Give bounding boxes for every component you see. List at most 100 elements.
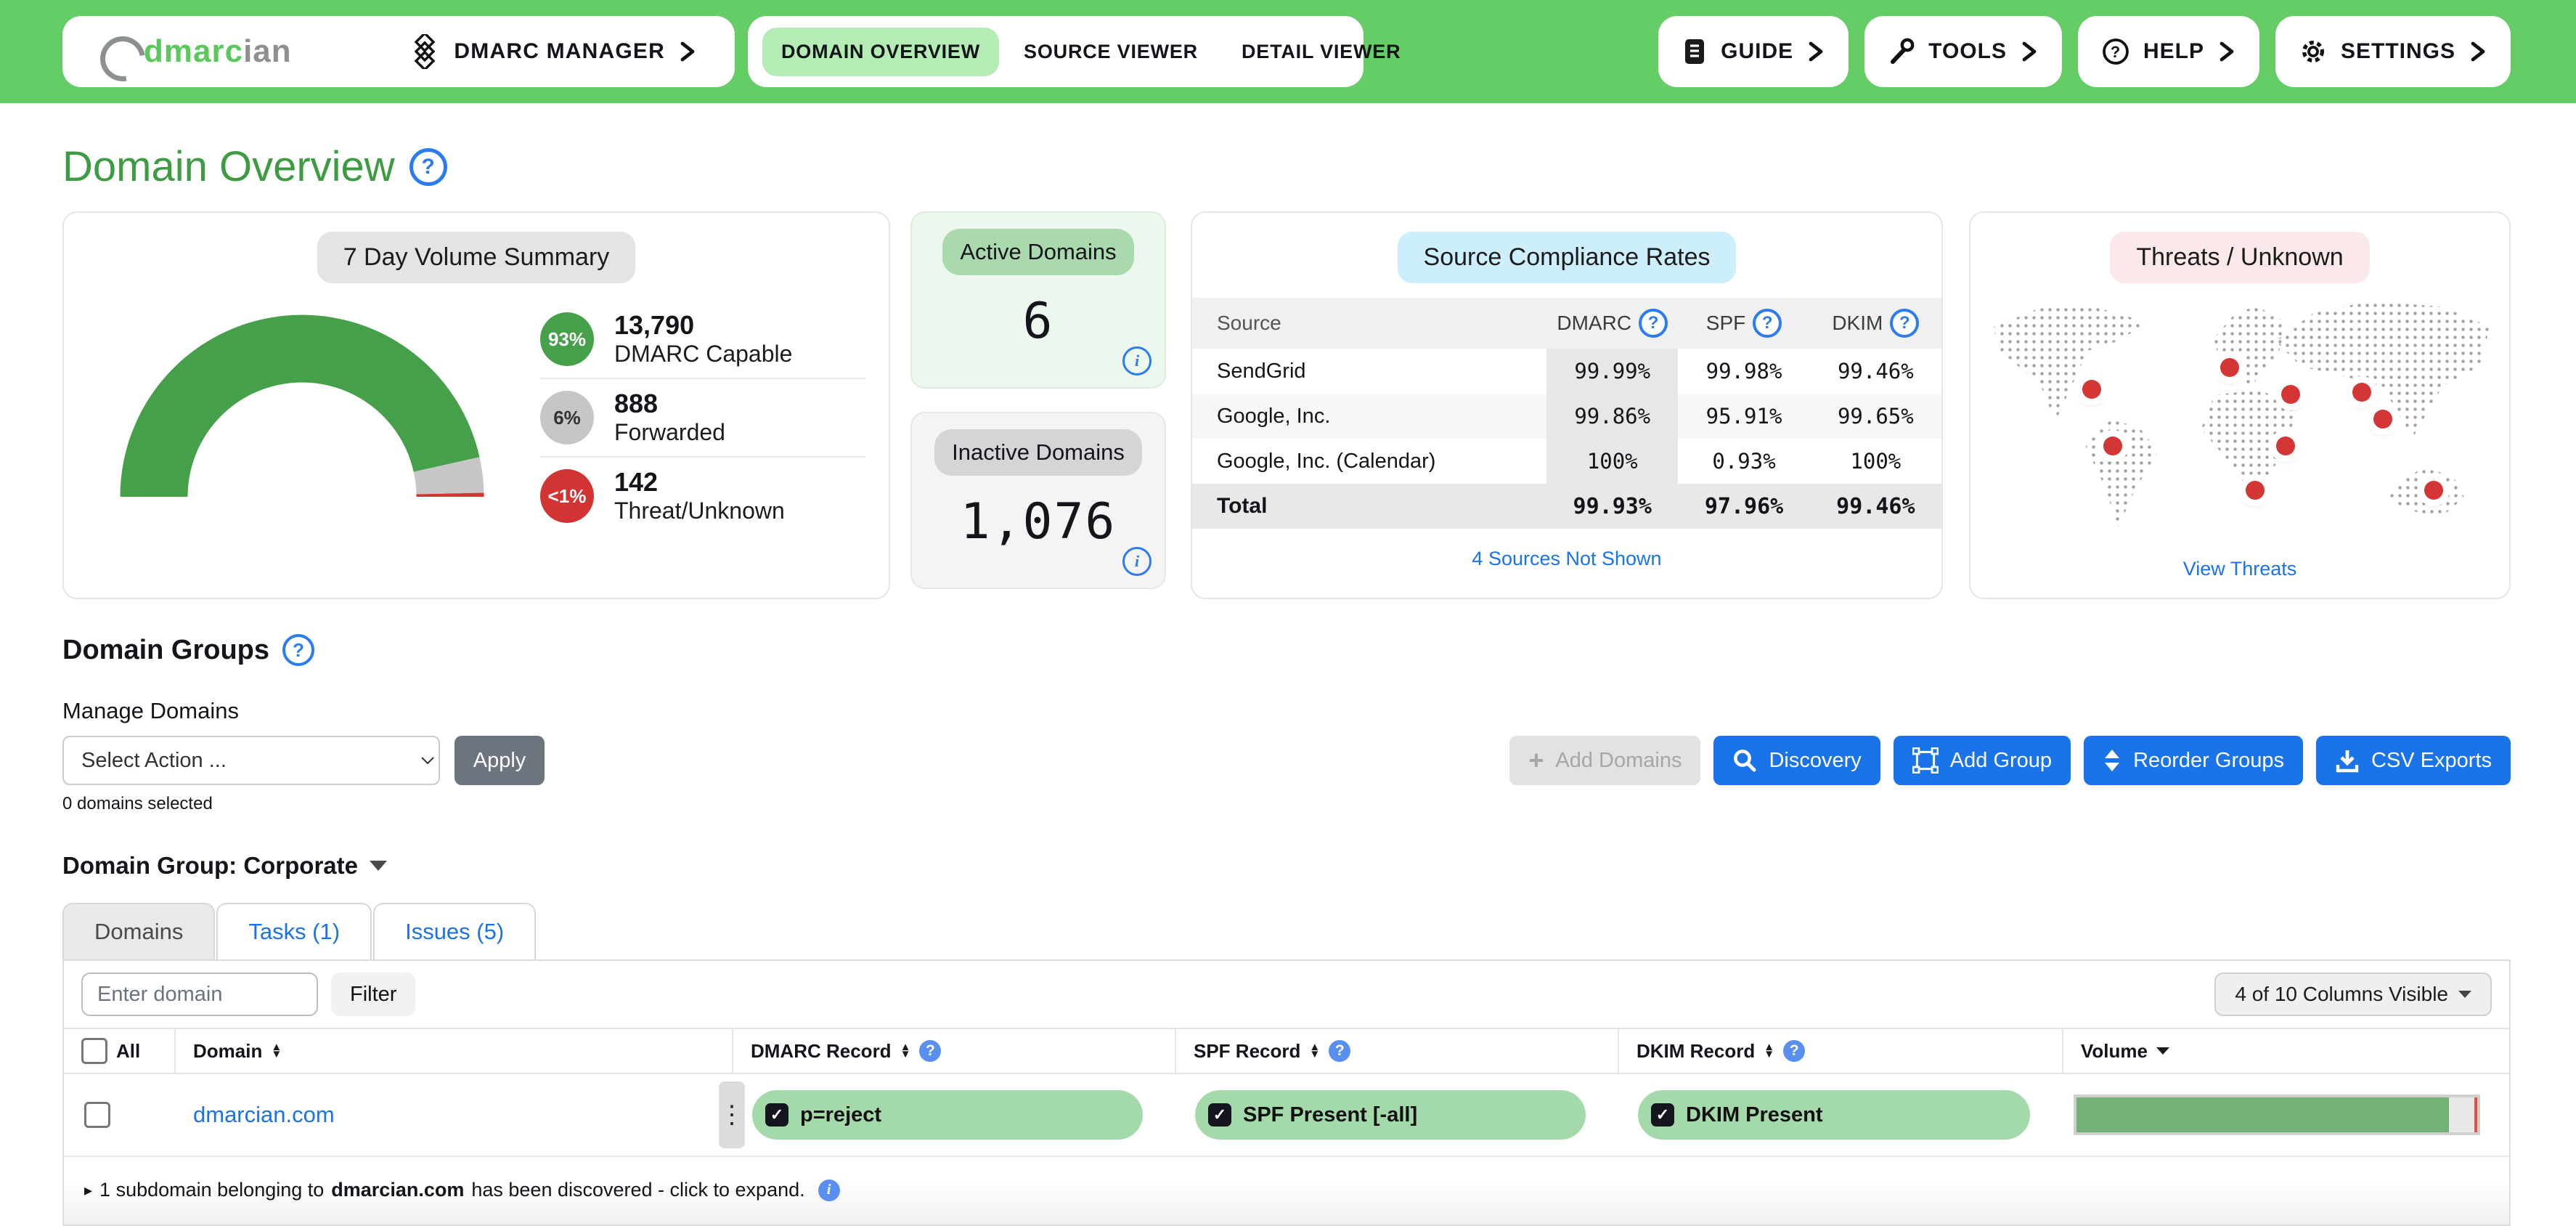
threats-card: Threats / Unknown View Threats xyxy=(1969,211,2511,599)
sort-icon[interactable]: ▲▼ xyxy=(900,1044,911,1058)
inactive-domains-count: 1,076 xyxy=(912,493,1165,551)
threat-location-dot[interactable] xyxy=(2424,481,2443,500)
legend-dmarc-capable: 93% 13,790DMARC Capable xyxy=(540,301,865,378)
sort-icon[interactable]: ▲▼ xyxy=(1309,1044,1320,1058)
check-icon: ✓ xyxy=(1208,1103,1231,1126)
active-domains-card: Active Domains 6 i xyxy=(910,211,1166,389)
logo-text-green: dmarc xyxy=(144,33,243,70)
info-icon[interactable]: i xyxy=(1122,346,1152,375)
sort-icon[interactable]: ▲▼ xyxy=(1764,1044,1774,1058)
dkim-help-icon[interactable]: ? xyxy=(1890,309,1919,338)
spf-record-column-header[interactable]: SPF Record ▲▼ ? xyxy=(1175,1029,1618,1073)
chevron-right-icon xyxy=(678,40,697,63)
caret-down-icon xyxy=(370,861,387,871)
dkim-record-column-header[interactable]: DKIM Record ▲▼ ? xyxy=(1618,1029,2062,1073)
apply-button[interactable]: Apply xyxy=(455,736,545,785)
legend-forwarded: 6% 888Forwarded xyxy=(540,378,865,456)
page-help-icon[interactable]: ? xyxy=(409,148,447,186)
volume-summary-card: 7 Day Volume Summary 93% 13,790DMARC Cap… xyxy=(62,211,890,599)
domain-link[interactable]: dmarcian.com xyxy=(193,1102,335,1128)
row-menu-kebab-icon[interactable]: ⋮ xyxy=(719,1081,745,1148)
tab-issues[interactable]: Issues (5) xyxy=(373,903,536,959)
guide-book-icon xyxy=(1682,37,1708,66)
tools-menu[interactable]: TOOLS xyxy=(1864,16,2062,87)
threat-location-dot[interactable] xyxy=(2082,380,2101,399)
wrench-icon xyxy=(1888,37,1915,66)
domain-group-selector[interactable]: Domain Group: Corporate xyxy=(62,852,2576,880)
legend-value: 142 xyxy=(614,467,658,497)
tools-label: TOOLS xyxy=(1928,39,2007,64)
tab-domains[interactable]: Domains xyxy=(62,903,215,959)
columns-visible-button[interactable]: 4 of 10 Columns Visible xyxy=(2214,973,2492,1016)
add-group-button[interactable]: Add Group xyxy=(1894,736,2071,785)
spf-record-help-icon[interactable]: ? xyxy=(1329,1040,1350,1062)
tab-domain-overview[interactable]: DOMAIN OVERVIEW xyxy=(762,28,999,76)
info-icon[interactable]: i xyxy=(1122,547,1152,576)
spf-help-icon[interactable]: ? xyxy=(1753,309,1782,338)
guide-menu[interactable]: GUIDE xyxy=(1658,16,1849,87)
threat-location-dot[interactable] xyxy=(2373,410,2392,429)
threat-location-dot[interactable] xyxy=(2276,437,2295,455)
threat-location-dot[interactable] xyxy=(2352,383,2371,402)
discovery-button[interactable]: Discovery xyxy=(1713,736,1880,785)
info-icon[interactable]: i xyxy=(818,1180,840,1201)
threat-location-dot[interactable] xyxy=(2281,385,2300,404)
domain-groups-help-icon[interactable]: ? xyxy=(282,634,314,666)
sort-icon[interactable]: ▲▼ xyxy=(271,1044,282,1058)
help-circle-icon: ? xyxy=(2101,37,2130,66)
download-icon xyxy=(2335,748,2360,773)
row-checkbox[interactable] xyxy=(84,1102,110,1128)
dmarc-record-badge[interactable]: ✓ p=reject xyxy=(752,1090,1143,1140)
tab-tasks[interactable]: Tasks (1) xyxy=(216,903,372,959)
chevron-right-icon xyxy=(1806,40,1825,63)
domain-column-header[interactable]: Domain ▲▼ xyxy=(174,1029,732,1073)
threats-title: Threats / Unknown xyxy=(2110,232,2369,283)
domain-filter-input[interactable] xyxy=(81,973,318,1016)
brand-pill: dmarcian DMARC MANAGER xyxy=(62,16,735,87)
layers-icon xyxy=(409,34,441,69)
tab-detail-viewer[interactable]: DETAIL VIEWER xyxy=(1223,28,1419,76)
help-label: HELP xyxy=(2143,39,2204,64)
dmarcian-logo[interactable]: dmarcian xyxy=(100,33,292,70)
volume-gauge-chart xyxy=(84,289,537,536)
settings-label: SETTINGS xyxy=(2341,39,2455,64)
domains-table: Filter 4 of 10 Columns Visible All Domai… xyxy=(62,959,2511,1226)
dkim-record-badge[interactable]: ✓ DKIM Present xyxy=(1638,1090,2030,1140)
compliance-table: Source DMARC? SPF? DKIM? SendGrid 99.99%… xyxy=(1192,298,1941,529)
dmarc-record-help-icon[interactable]: ? xyxy=(919,1040,941,1062)
threat-location-dot[interactable] xyxy=(2246,481,2265,500)
threat-location-dot[interactable] xyxy=(2220,358,2239,377)
dmarc-manager-menu[interactable]: DMARC MANAGER xyxy=(409,34,697,69)
dmarc-help-icon[interactable]: ? xyxy=(1639,309,1668,338)
sources-not-shown-link[interactable]: 4 Sources Not Shown xyxy=(1192,529,1941,570)
map-europe xyxy=(2204,306,2291,389)
select-all-checkbox[interactable] xyxy=(81,1038,107,1064)
reorder-groups-button[interactable]: Reorder Groups xyxy=(2084,736,2303,785)
product-label: DMARC MANAGER xyxy=(454,39,665,64)
chevron-right-icon xyxy=(2217,40,2236,63)
object-group-icon xyxy=(1912,747,1939,774)
legend-label: Forwarded xyxy=(614,419,725,445)
col-spf: SPF? xyxy=(1678,298,1809,349)
dmarc-record-column-header[interactable]: DMARC Record ▲▼ ? xyxy=(732,1029,1175,1073)
volume-legend: 93% 13,790DMARC Capable 6% 888Forwarded … xyxy=(537,289,874,536)
logo-text-gray: ian xyxy=(243,33,292,70)
tab-source-viewer[interactable]: SOURCE VIEWER xyxy=(1005,28,1217,76)
col-source: Source xyxy=(1192,298,1546,349)
view-threats-link[interactable]: View Threats xyxy=(1970,558,2509,580)
volume-bar-forwarded xyxy=(2449,1097,2474,1132)
add-domains-button[interactable]: + Add Domains xyxy=(1509,736,1700,785)
subdomain-note-domain: dmarcian.com xyxy=(331,1179,464,1201)
subdomain-note[interactable]: ▸ 1 subdomain belonging to dmarcian.com … xyxy=(64,1157,2509,1225)
action-select[interactable]: Select Action ... xyxy=(62,736,440,785)
volume-column-header[interactable]: Volume xyxy=(2062,1029,2509,1073)
dkim-record-help-icon[interactable]: ? xyxy=(1783,1040,1805,1062)
source-compliance-card: Source Compliance Rates Source DMARC? SP… xyxy=(1191,211,1943,599)
spf-record-badge[interactable]: ✓ SPF Present [-all] xyxy=(1195,1090,1586,1140)
volume-bar-threat xyxy=(2474,1097,2477,1132)
filter-button[interactable]: Filter xyxy=(331,973,415,1016)
help-menu[interactable]: ? HELP xyxy=(2078,16,2259,87)
csv-exports-button[interactable]: CSV Exports xyxy=(2316,736,2511,785)
settings-menu[interactable]: SETTINGS xyxy=(2275,16,2511,87)
threat-location-dot[interactable] xyxy=(2103,437,2122,455)
